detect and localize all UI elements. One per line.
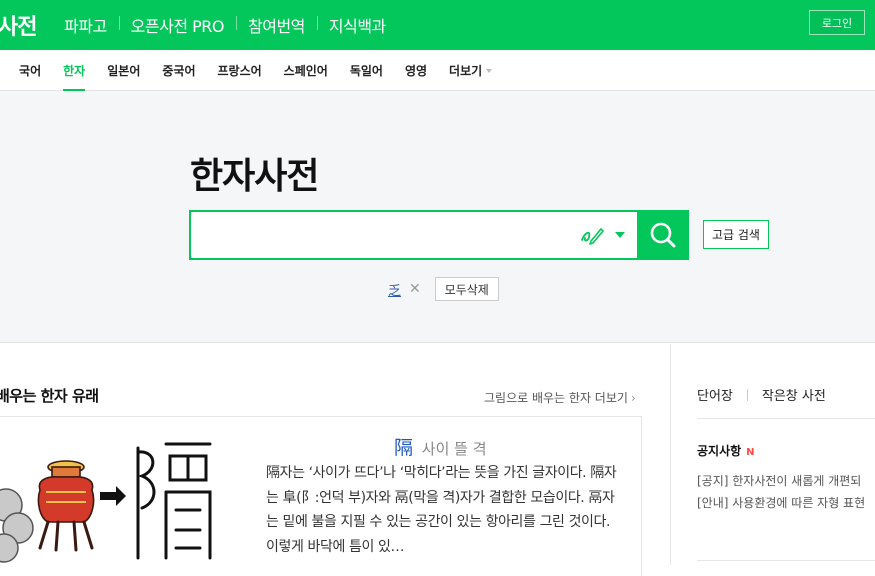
- recent-searches: 乏 ✕ 모두삭제: [388, 277, 499, 301]
- language-tab-bar: 어 국어 한자 일본어 중국어 프랑스어 스페인어 독일어 영영 더보기: [0, 50, 875, 91]
- top-header: 사전 파파고 오픈사전 PRO 참여번역 지식백과 로그인: [0, 0, 875, 50]
- notice-title-label: 공지사항: [697, 444, 742, 458]
- handwriting-input-icon[interactable]: [579, 224, 605, 246]
- hanja-description: 隔자는 ‘사이가 뜨다’나 ‘막히다’라는 뜻을 가진 글자이다. 隔자는 阜(…: [266, 465, 617, 555]
- section-title: 배우는 한자 유래: [0, 387, 99, 405]
- hanja-character: 隔: [394, 437, 414, 459]
- tab-chinese[interactable]: 중국어: [162, 50, 195, 91]
- column-divider: [670, 344, 671, 565]
- recent-search-term[interactable]: 乏: [388, 280, 401, 299]
- page-title: 한자사전: [190, 156, 319, 197]
- search-button[interactable]: [637, 210, 689, 260]
- nav-participation-translation[interactable]: 참여번역: [236, 13, 317, 37]
- search-box: [189, 210, 689, 260]
- tab-french[interactable]: 프랑스어: [217, 50, 261, 91]
- search-icon: [650, 222, 676, 248]
- more-link-label: 그림으로 배우는 한자 더보기: [484, 391, 628, 405]
- search-input[interactable]: [191, 212, 571, 258]
- divider: [697, 560, 875, 561]
- dictionary-logo[interactable]: 사전: [0, 9, 37, 41]
- nav-open-dictionary-pro[interactable]: 오픈사전 PRO: [118, 13, 236, 37]
- sidebar-tabs: 단어장 작은창 사전: [697, 385, 826, 404]
- notice-title[interactable]: 공지사항 N: [697, 442, 755, 459]
- new-badge: N: [746, 447, 755, 458]
- more-link[interactable]: 그림으로 배우는 한자 더보기 ›: [484, 389, 636, 406]
- arrow-right-icon: [100, 486, 126, 506]
- service-nav: 파파고 오픈사전 PRO 참여번역 지식백과: [64, 0, 398, 50]
- tab-german[interactable]: 독일어: [350, 50, 383, 91]
- smoke-cloud-icon: [0, 488, 34, 563]
- search-section: 한자사전 고급 검색 乏 ✕ 모두삭제: [0, 91, 875, 343]
- tab-korean[interactable]: 국어: [19, 50, 41, 91]
- tab-more-label: 더보기: [449, 64, 483, 78]
- nav-papago[interactable]: 파파고: [64, 13, 119, 37]
- tab-more[interactable]: 더보기: [449, 50, 493, 91]
- advanced-search-button[interactable]: 고급 검색: [703, 220, 769, 249]
- nav-knowledge-encyclopedia[interactable]: 지식백과: [316, 13, 398, 37]
- tab-mini-dictionary[interactable]: 작은창 사전: [762, 385, 826, 404]
- tab-english-english[interactable]: 영영: [405, 50, 427, 91]
- tab-wordbook[interactable]: 단어장: [697, 385, 733, 404]
- ancient-character-icon: [136, 442, 212, 560]
- tab-spanish[interactable]: 스페인어: [284, 50, 328, 91]
- divider: [746, 388, 748, 401]
- close-icon[interactable]: ✕: [409, 281, 421, 297]
- notice-item[interactable]: [공지] 한자사전이 새롭게 개편되: [697, 472, 861, 489]
- caret-down-icon: [486, 68, 493, 73]
- divider: [697, 418, 875, 419]
- hanja-origin-illustration[interactable]: [0, 430, 246, 565]
- login-button[interactable]: 로그인: [809, 10, 865, 35]
- notice-item[interactable]: [안내] 사용환경에 따른 자형 표현: [697, 494, 865, 511]
- tab-japanese[interactable]: 일본어: [107, 50, 140, 91]
- hanja-heading[interactable]: 隔 사이 뜰 격: [394, 433, 487, 460]
- hanja-meaning: 사이 뜰 격: [421, 440, 487, 458]
- tab-hanja[interactable]: 한자: [63, 50, 86, 91]
- clear-all-button[interactable]: 모두삭제: [434, 277, 499, 301]
- chevron-right-icon: ›: [630, 391, 636, 405]
- pot-icon: [37, 460, 95, 552]
- input-tool-dropdown-icon[interactable]: [615, 232, 625, 238]
